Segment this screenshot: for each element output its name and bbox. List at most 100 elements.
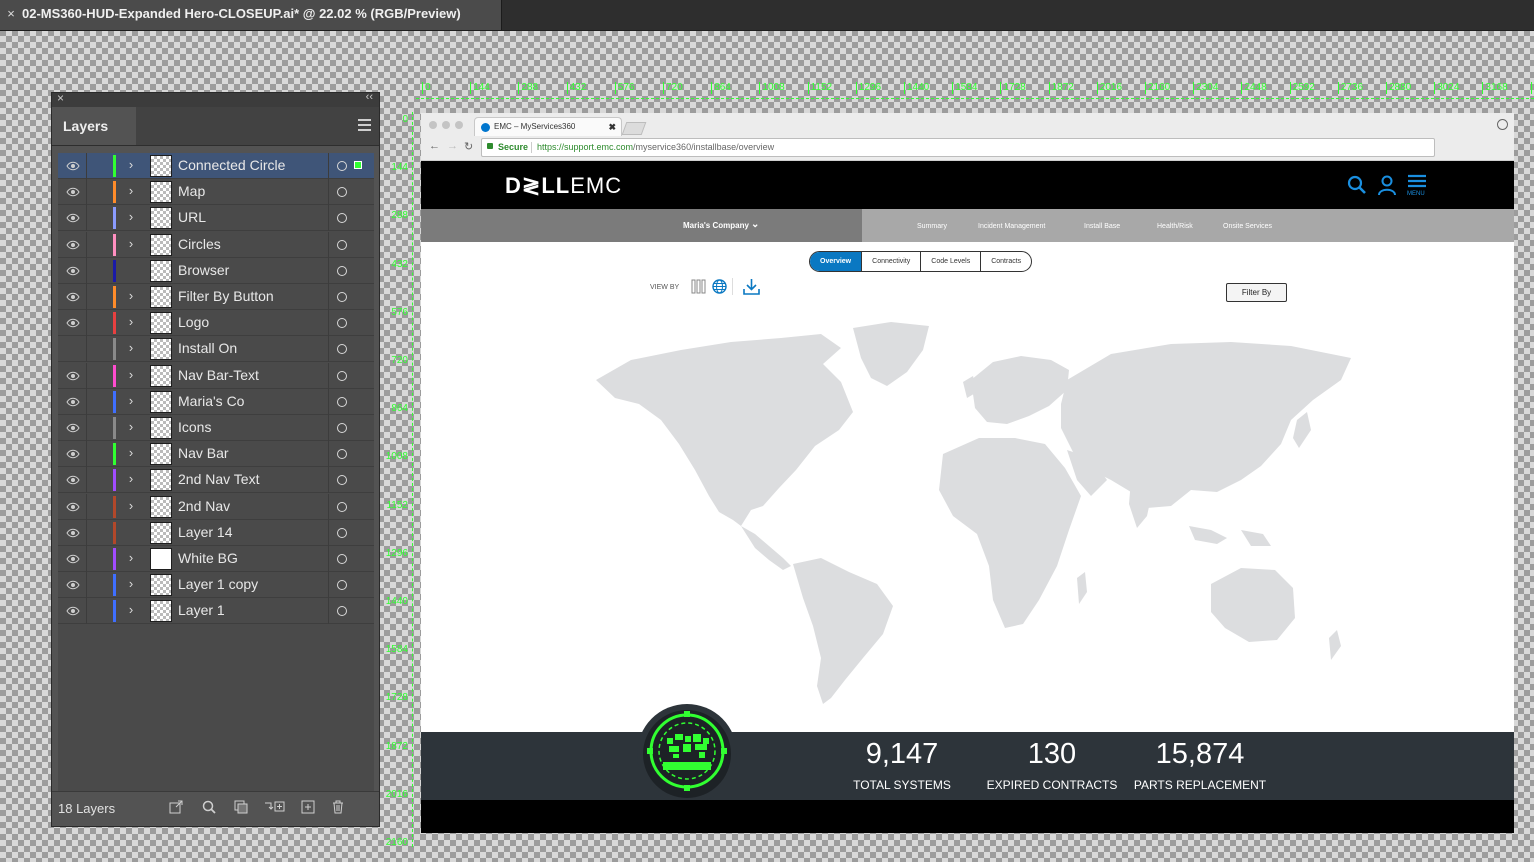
layer-name[interactable]: Nav Bar [178, 445, 229, 461]
layer-name[interactable]: 2nd Nav Text [178, 471, 259, 487]
visibility-eye-icon[interactable] [66, 290, 80, 304]
visibility-eye-icon[interactable] [66, 578, 80, 592]
visibility-eye-icon[interactable] [66, 264, 80, 278]
panel-title-bar[interactable]: × ‹‹ [52, 91, 379, 107]
trash-icon[interactable] [330, 799, 346, 815]
nav-incident-management[interactable]: Incident Management [978, 223, 1045, 230]
layer-target-icon[interactable] [337, 370, 347, 381]
filter-by-button[interactable]: Filter By [1226, 283, 1287, 302]
layer-target-icon[interactable] [337, 449, 347, 460]
layer-row[interactable]: › Circles [58, 231, 374, 258]
connected-circle-icon[interactable] [637, 704, 737, 804]
document-tab[interactable]: × 02-MS360-HUD-Expanded Hero-CLOSEUP.ai*… [0, 0, 502, 30]
visibility-eye-icon[interactable] [66, 473, 80, 487]
company-selector[interactable]: Maria's Company ⌄ [421, 209, 862, 242]
visibility-eye-icon[interactable] [66, 211, 80, 225]
layer-row[interactable]: › White BG [58, 546, 374, 572]
layer-target-icon[interactable] [337, 161, 347, 171]
layer-row[interactable]: › URL [58, 205, 374, 232]
layer-row[interactable]: › Layer 1 copy [58, 572, 374, 599]
layer-name[interactable]: Layer 1 copy [178, 576, 258, 592]
panel-close-icon[interactable]: × [57, 91, 64, 105]
nav-health-risk[interactable]: Health/Risk [1157, 223, 1193, 230]
window-zoom-dot[interactable] [455, 121, 463, 129]
tab-overview[interactable]: Overview [810, 252, 863, 271]
expand-chevron-icon[interactable]: › [124, 288, 138, 303]
layer-row[interactable]: Browser [58, 257, 374, 284]
layer-target-icon[interactable] [337, 606, 347, 617]
layer-row[interactable]: › Nav Bar-Text [58, 362, 374, 389]
layer-name[interactable]: Circles [178, 236, 221, 252]
clip-mask-icon[interactable] [233, 799, 249, 815]
profile-icon[interactable] [1497, 119, 1508, 130]
reload-icon[interactable]: ↻ [464, 140, 473, 153]
layer-row[interactable]: › Nav Bar [58, 441, 374, 468]
layer-name[interactable]: Map [178, 183, 205, 199]
visibility-eye-icon[interactable] [66, 526, 80, 540]
new-tab-button[interactable] [621, 122, 647, 135]
new-layer-icon[interactable] [300, 799, 316, 815]
layer-row[interactable]: Layer 14 [58, 519, 374, 546]
expand-chevron-icon[interactable]: › [124, 550, 138, 565]
layer-name[interactable]: Logo [178, 314, 209, 330]
nav-onsite-services[interactable]: Onsite Services [1223, 223, 1272, 230]
download-icon[interactable] [742, 277, 761, 296]
export-icon[interactable] [168, 799, 184, 815]
nav-install-base[interactable]: Install Base [1084, 223, 1120, 230]
visibility-eye-icon[interactable] [66, 185, 80, 199]
expand-chevron-icon[interactable]: › [124, 314, 138, 329]
expand-chevron-icon[interactable]: › [124, 209, 138, 224]
browser-tab-close-icon[interactable]: ✖ [608, 118, 616, 136]
tab-connectivity[interactable]: Connectivity [862, 252, 922, 271]
layer-name[interactable]: URL [178, 209, 206, 225]
layer-name[interactable]: Install On [178, 340, 237, 356]
layer-target-icon[interactable] [337, 292, 347, 302]
selection-indicator-icon[interactable] [354, 161, 362, 169]
expand-chevron-icon[interactable]: › [124, 602, 138, 617]
expand-chevron-icon[interactable]: › [124, 445, 138, 460]
expand-chevron-icon[interactable]: › [124, 340, 138, 355]
expand-chevron-icon[interactable]: › [124, 367, 138, 382]
expand-chevron-icon[interactable]: › [124, 183, 138, 198]
user-icon[interactable] [1377, 175, 1397, 196]
layer-name[interactable]: Browser [178, 262, 229, 278]
layer-row[interactable]: › Layer 1 [58, 598, 374, 625]
layer-target-icon[interactable] [337, 501, 347, 512]
layer-name[interactable]: 2nd Nav [178, 498, 230, 514]
layer-target-icon[interactable] [337, 344, 347, 355]
layer-row[interactable]: › 2nd Nav Text [58, 467, 374, 494]
expand-chevron-icon[interactable]: › [124, 498, 138, 513]
expand-chevron-icon[interactable]: › [124, 393, 138, 408]
visibility-eye-icon[interactable] [66, 159, 80, 173]
window-close-dot[interactable] [429, 121, 437, 129]
expand-chevron-icon[interactable]: › [124, 157, 138, 172]
tab-code-levels[interactable]: Code Levels [921, 252, 982, 271]
layer-row[interactable]: › Install On [58, 336, 374, 363]
browser-tab[interactable]: EMC – MyServices360 ✖ [474, 117, 622, 136]
layer-row[interactable]: › Logo [58, 310, 374, 337]
layer-row[interactable]: › 2nd Nav [58, 493, 374, 520]
layer-target-icon[interactable] [337, 527, 347, 538]
visibility-eye-icon[interactable] [66, 342, 80, 356]
expand-chevron-icon[interactable]: › [124, 236, 138, 251]
layer-row[interactable]: › Icons [58, 415, 374, 441]
search-icon[interactable] [201, 799, 217, 815]
window-minimize-dot[interactable] [442, 121, 450, 129]
layer-name[interactable]: Nav Bar-Text [178, 367, 259, 383]
layer-target-icon[interactable] [337, 187, 347, 198]
close-document-icon[interactable]: × [4, 0, 18, 28]
new-sublayer-icon[interactable] [264, 799, 286, 815]
layer-target-icon[interactable] [337, 265, 347, 276]
layer-name[interactable]: Connected Circle [178, 157, 285, 173]
panel-collapse-icon[interactable]: ‹‹ [366, 91, 373, 103]
visibility-eye-icon[interactable] [66, 500, 80, 514]
expand-chevron-icon[interactable]: › [124, 419, 138, 434]
visibility-eye-icon[interactable] [66, 604, 80, 618]
layer-row[interactable]: › Filter By Button [58, 284, 374, 310]
layer-name[interactable]: Filter By Button [178, 288, 274, 304]
visibility-eye-icon[interactable] [66, 369, 80, 383]
expand-chevron-icon[interactable]: › [124, 576, 138, 591]
visibility-eye-icon[interactable] [66, 395, 80, 409]
layer-target-icon[interactable] [337, 318, 347, 329]
forward-icon[interactable]: → [447, 140, 458, 152]
